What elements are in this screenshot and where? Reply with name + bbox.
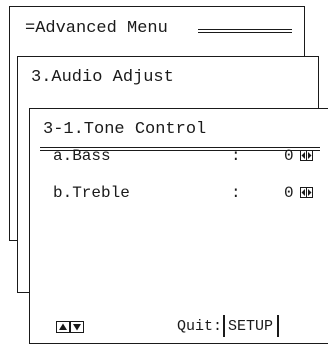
bass-separator: : (231, 147, 241, 165)
treble-value: 0 (284, 184, 294, 202)
treble-label: b.Treble (53, 184, 130, 202)
tone-control-panel: 3-1.Tone Control a.Bass : 0 b.Treble : 0… (29, 108, 328, 344)
setup-key-left-bar (223, 315, 225, 337)
setup-key[interactable]: SETUP (228, 318, 273, 336)
setup-key-right-bar (277, 315, 279, 337)
bass-label: a.Bass (53, 147, 111, 165)
bass-value: 0 (284, 147, 294, 165)
left-right-arrows-icon[interactable] (300, 150, 313, 161)
advanced-menu-title-rule (198, 29, 292, 33)
advanced-menu-title: =Advanced Menu (25, 19, 168, 38)
tone-control-title: 3-1.Tone Control (43, 120, 207, 139)
audio-adjust-title: 3.Audio Adjust (31, 68, 174, 87)
left-right-arrows-icon[interactable] (300, 187, 313, 198)
treble-separator: : (231, 184, 241, 202)
up-down-arrows-icon (56, 321, 84, 333)
quit-label: Quit: (177, 318, 223, 335)
